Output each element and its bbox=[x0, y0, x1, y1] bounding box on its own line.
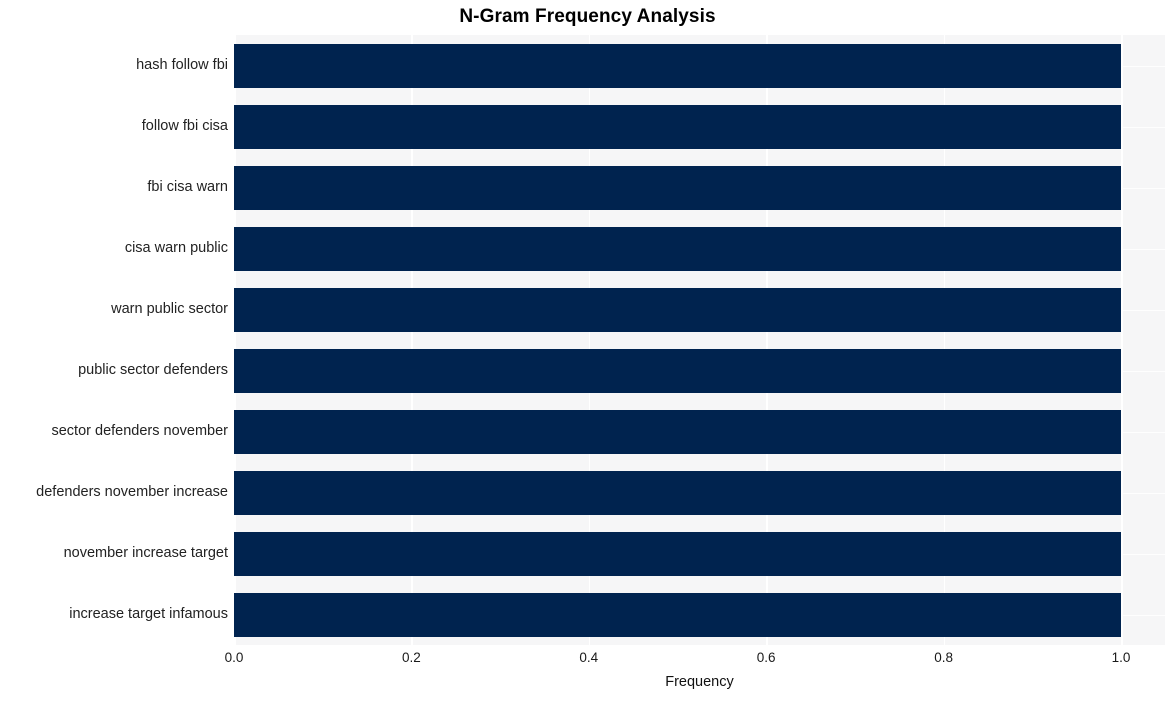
bar[interactable] bbox=[234, 226, 1121, 271]
bar[interactable] bbox=[234, 104, 1121, 149]
y-axis-tick-label: increase target infamous bbox=[69, 605, 228, 622]
x-axis-tick-labels: 0.0 0.2 0.4 0.6 0.8 1.0 bbox=[225, 650, 1165, 672]
y-axis-tick-label: fbi cisa warn bbox=[147, 178, 228, 195]
y-axis-tick-label: sector defenders november bbox=[51, 422, 228, 439]
y-axis-tick-label: november increase target bbox=[63, 544, 228, 561]
bar[interactable] bbox=[234, 165, 1121, 210]
plot-area bbox=[234, 35, 1165, 645]
y-axis-tick-label: hash follow fbi bbox=[136, 56, 228, 73]
page-title: N-Gram Frequency Analysis bbox=[459, 6, 716, 27]
y-axis-tick-labels: hash follow fbi follow fbi cisa fbi cisa w… bbox=[0, 35, 228, 645]
bar[interactable] bbox=[234, 43, 1121, 88]
y-axis-tick-label: cisa warn public bbox=[124, 239, 228, 256]
x-axis-label: Frequency bbox=[665, 674, 734, 690]
bar[interactable] bbox=[234, 348, 1121, 393]
x-axis-tick-label: 0.2 bbox=[402, 650, 421, 665]
x-axis-tick-label: 0.8 bbox=[934, 650, 953, 665]
x-axis-tick-label: 1.0 bbox=[1111, 650, 1131, 665]
y-axis-tick-label: follow fbi cisa bbox=[141, 117, 228, 134]
bar[interactable] bbox=[234, 409, 1121, 454]
bar[interactable] bbox=[234, 287, 1121, 332]
x-axis-tick-label: 0.0 bbox=[224, 650, 244, 665]
y-axis-tick-label: public sector defenders bbox=[78, 361, 228, 378]
y-axis-tick-label: defenders november increase bbox=[36, 483, 228, 500]
bar[interactable] bbox=[234, 592, 1121, 637]
bar[interactable] bbox=[234, 470, 1121, 515]
y-axis-tick-label: warn public sector bbox=[111, 300, 228, 317]
bar[interactable] bbox=[234, 531, 1121, 576]
chart-figure: N-Gram Frequency Analysis hash follow fb… bbox=[0, 0, 1175, 701]
x-axis-tick-label: 0.4 bbox=[579, 650, 599, 665]
x-axis-tick-label: 0.6 bbox=[756, 650, 776, 665]
